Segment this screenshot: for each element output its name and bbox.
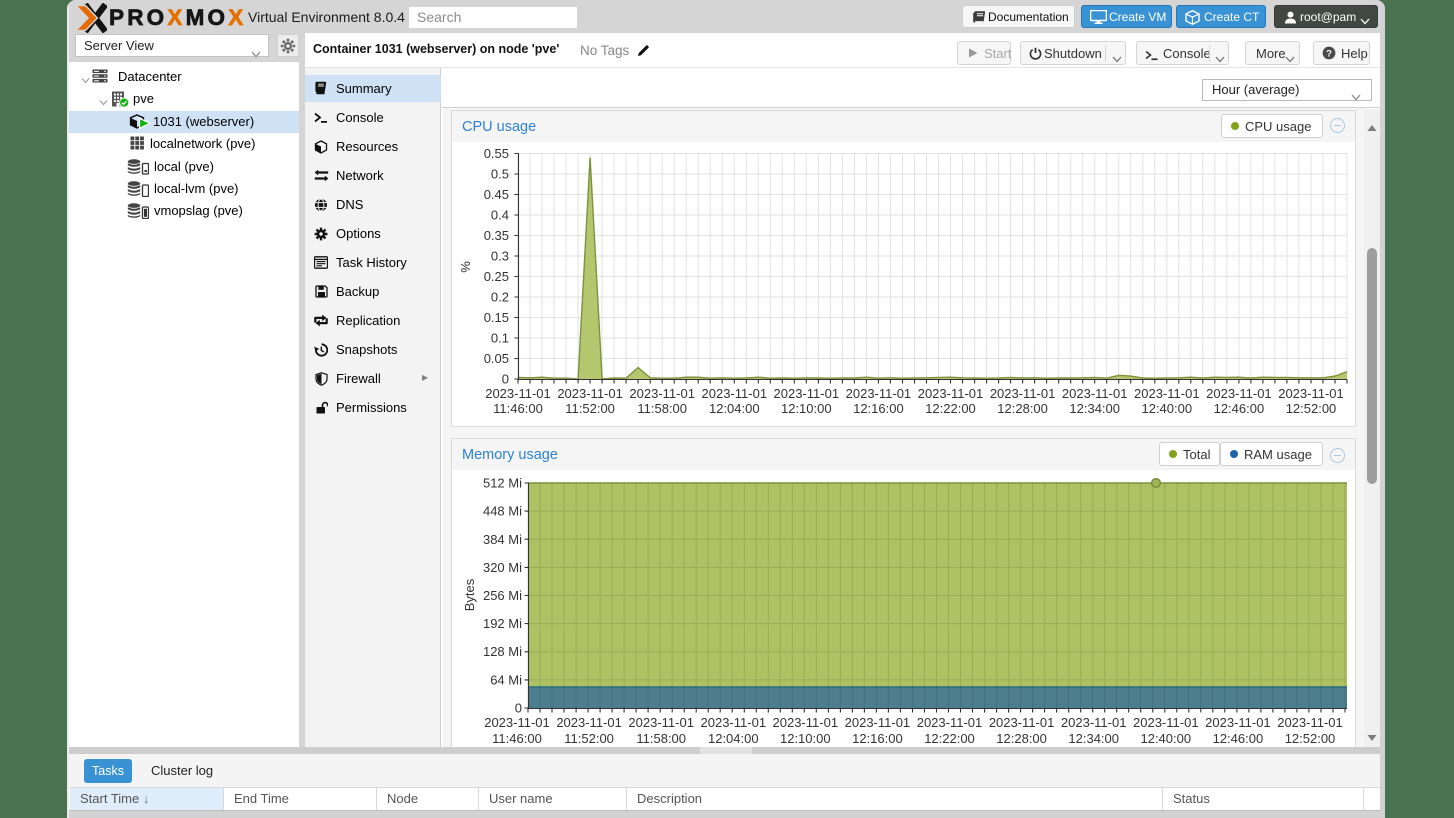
svg-text:2023-11-01: 2023-11-01 [1277, 715, 1343, 730]
svg-text:2023-11-01: 2023-11-01 [990, 386, 1056, 401]
svg-text:2023-11-01: 2023-11-01 [628, 715, 694, 730]
svg-text:64 Mi: 64 Mi [490, 672, 522, 687]
svg-text:0.5: 0.5 [491, 167, 509, 182]
svg-text:12:16:00: 12:16:00 [852, 731, 903, 746]
svg-text:192 Mi: 192 Mi [483, 616, 522, 631]
svg-text:12:40:00: 12:40:00 [1140, 731, 1191, 746]
svg-text:2023-11-01: 2023-11-01 [1278, 386, 1344, 401]
svg-text:384 Mi: 384 Mi [483, 532, 522, 547]
svg-text:11:58:00: 11:58:00 [636, 731, 686, 746]
svg-text:12:28:00: 12:28:00 [997, 401, 1048, 416]
svg-text:2023-11-01: 2023-11-01 [557, 386, 623, 401]
svg-text:0.1: 0.1 [491, 331, 509, 346]
svg-text:11:46:00: 11:46:00 [493, 401, 543, 416]
svg-text:0.3: 0.3 [491, 249, 509, 264]
svg-text:0: 0 [515, 701, 522, 716]
svg-text:12:34:00: 12:34:00 [1069, 401, 1120, 416]
svg-text:2023-11-01: 2023-11-01 [917, 715, 983, 730]
svg-text:0.05: 0.05 [484, 351, 509, 366]
svg-text:2023-11-01: 2023-11-01 [989, 715, 1055, 730]
svg-text:12:10:00: 12:10:00 [780, 731, 831, 746]
svg-text:12:46:00: 12:46:00 [1213, 731, 1264, 746]
svg-text:12:34:00: 12:34:00 [1068, 731, 1119, 746]
svg-text:128 Mi: 128 Mi [483, 644, 522, 659]
svg-text:2023-11-01: 2023-11-01 [845, 715, 911, 730]
svg-text:512 Mi: 512 Mi [483, 476, 522, 491]
svg-text:2023-11-01: 2023-11-01 [1206, 386, 1272, 401]
svg-text:0.35: 0.35 [484, 228, 509, 243]
svg-text:2023-11-01: 2023-11-01 [629, 386, 695, 401]
svg-text:12:52:00: 12:52:00 [1285, 731, 1336, 746]
svg-text:0.25: 0.25 [484, 269, 509, 284]
svg-text:320 Mi: 320 Mi [483, 560, 522, 575]
svg-text:2023-11-01: 2023-11-01 [1205, 715, 1271, 730]
svg-text:2023-11-01: 2023-11-01 [485, 386, 551, 401]
svg-text:12:40:00: 12:40:00 [1141, 401, 1192, 416]
svg-text:2023-11-01: 2023-11-01 [1062, 386, 1128, 401]
svg-text:Bytes: Bytes [462, 578, 477, 611]
svg-text:12:04:00: 12:04:00 [708, 731, 759, 746]
svg-text:2023-11-01: 2023-11-01 [1133, 715, 1199, 730]
svg-text:11:46:00: 11:46:00 [492, 731, 542, 746]
svg-text:12:16:00: 12:16:00 [853, 401, 904, 416]
svg-text:12:04:00: 12:04:00 [709, 401, 760, 416]
svg-text:0.4: 0.4 [491, 208, 509, 223]
svg-text:0.45: 0.45 [484, 187, 509, 202]
svg-text:2023-11-01: 2023-11-01 [484, 715, 550, 730]
svg-text:%: % [458, 261, 473, 273]
svg-text:12:10:00: 12:10:00 [781, 401, 832, 416]
svg-text:11:58:00: 11:58:00 [637, 401, 687, 416]
svg-text:12:46:00: 12:46:00 [1214, 401, 1265, 416]
svg-text:2023-11-01: 2023-11-01 [556, 715, 622, 730]
svg-text:2023-11-01: 2023-11-01 [1061, 715, 1127, 730]
svg-text:11:52:00: 11:52:00 [564, 731, 614, 746]
svg-text:256 Mi: 256 Mi [483, 588, 522, 603]
svg-text:2023-11-01: 2023-11-01 [701, 715, 767, 730]
svg-text:0: 0 [502, 372, 509, 387]
svg-text:448 Mi: 448 Mi [483, 504, 522, 519]
svg-text:11:52:00: 11:52:00 [565, 401, 615, 416]
svg-text:12:28:00: 12:28:00 [996, 731, 1047, 746]
svg-text:2023-11-01: 2023-11-01 [846, 386, 912, 401]
svg-text:0.2: 0.2 [491, 290, 509, 305]
svg-text:2023-11-01: 2023-11-01 [702, 386, 768, 401]
svg-text:12:52:00: 12:52:00 [1286, 401, 1337, 416]
svg-text:2023-11-01: 2023-11-01 [774, 386, 840, 401]
svg-text:2023-11-01: 2023-11-01 [918, 386, 984, 401]
svg-text:2023-11-01: 2023-11-01 [773, 715, 839, 730]
svg-text:2023-11-01: 2023-11-01 [1134, 386, 1200, 401]
svg-text:?: ? [1326, 48, 1332, 59]
svg-text:0.15: 0.15 [484, 310, 509, 325]
svg-text:12:22:00: 12:22:00 [925, 401, 976, 416]
svg-text:0.55: 0.55 [484, 146, 509, 161]
svg-text:12:22:00: 12:22:00 [924, 731, 975, 746]
